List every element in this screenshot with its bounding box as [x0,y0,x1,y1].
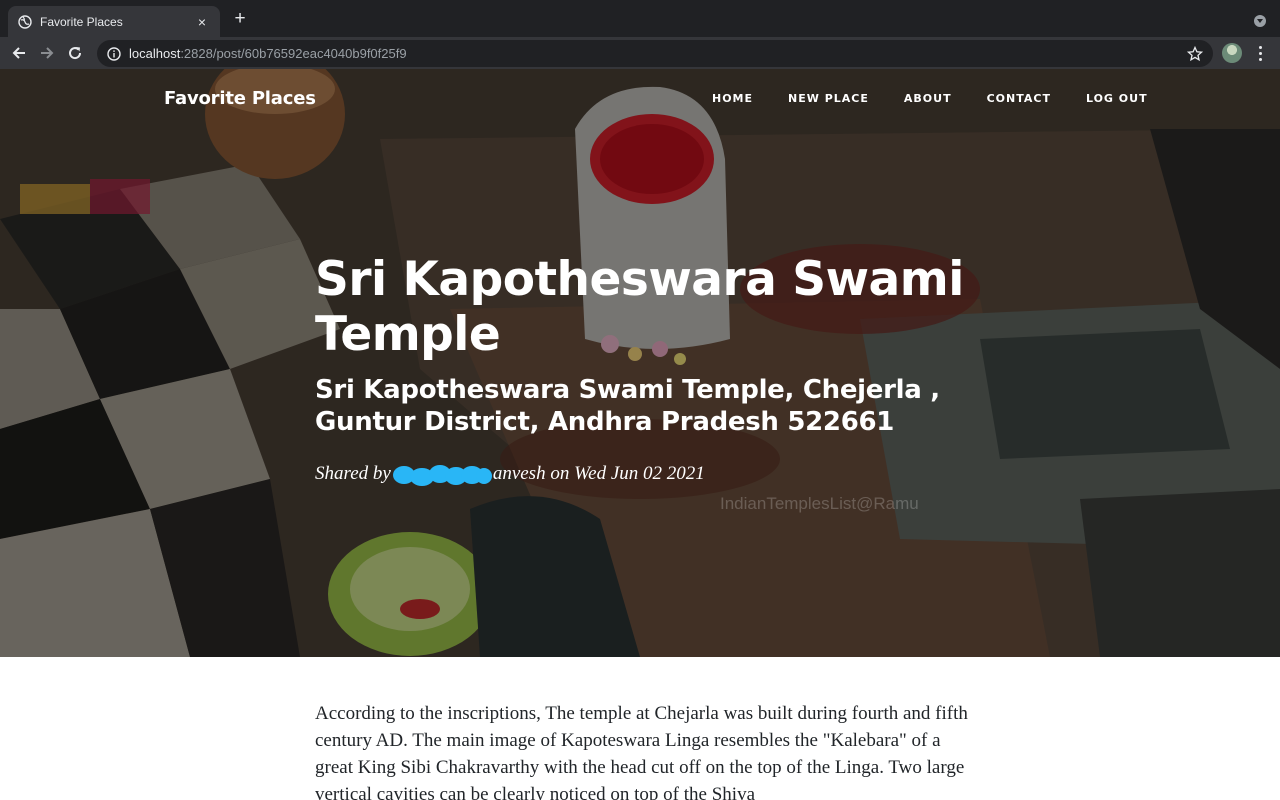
forward-button[interactable] [37,43,57,63]
post-title: Sri Kapotheswara Swami Temple [315,252,964,362]
nav-home-link[interactable]: HOME [712,92,753,105]
post-subtitle: Sri Kapotheswara Swami Temple, Chejerla … [315,375,940,437]
info-icon[interactable] [107,46,121,61]
post-heading: Sri Kapotheswara Swami Temple Sri Kapoth… [315,252,965,486]
meta-shared-by: Shared by [315,463,391,484]
nav-contact-link[interactable]: CONTACT [987,92,1051,105]
browser-toolbar: localhost:2828/post/60b76592eac4040b9f0f… [0,37,1280,69]
nav-about-link[interactable]: ABOUT [904,92,952,105]
reload-icon [69,47,82,60]
image-watermark: IndianTemplesList@Ramu [720,494,919,513]
url-text[interactable]: localhost:2828/post/60b76592eac4040b9f0f… [129,46,1187,61]
browser-tab[interactable]: Favorite Places × [8,6,220,37]
meta-author-date: anvesh on Wed Jun 02 2021 [492,463,705,484]
url-path: :2828/post/60b76592eac4040b9f0f25f9 [180,46,407,61]
bookmark-star-icon[interactable] [1187,45,1203,62]
post-body: According to the inscriptions, The templ… [315,700,975,800]
redacted-username-scribble [392,464,492,486]
close-tab-icon[interactable]: × [194,14,210,30]
arrow-left-icon [12,47,25,59]
tab-search-icon[interactable] [1254,15,1266,27]
tab-title: Favorite Places [40,14,123,29]
post-hero-header: Favorite Places HOME NEW PLACE ABOUT CON… [0,69,1280,657]
site-brand-link[interactable]: Favorite Places [164,88,316,109]
browser-tab-strip: Favorite Places × + [0,0,1280,37]
reload-button[interactable] [65,43,85,63]
nav-new-place-link[interactable]: NEW PLACE [788,92,869,105]
nav-logout-link[interactable]: LOG OUT [1086,92,1148,105]
arrow-right-icon [41,47,54,59]
back-button[interactable] [9,43,29,63]
globe-icon [18,14,32,29]
address-bar[interactable]: localhost:2828/post/60b76592eac4040b9f0f… [97,40,1213,67]
url-host: localhost [129,46,181,61]
site-menu: HOME NEW PLACE ABOUT CONTACT LOG OUT [712,92,1183,105]
post-meta: Shared by anvesh on Wed Jun 02 2021 [315,463,965,486]
post-body-paragraph: According to the inscriptions, The templ… [315,703,968,800]
site-navbar: Favorite Places HOME NEW PLACE ABOUT CON… [0,69,1280,129]
new-tab-button[interactable]: + [230,9,250,29]
browser-menu-icon[interactable] [1252,43,1268,63]
profile-avatar-icon[interactable] [1222,43,1242,63]
